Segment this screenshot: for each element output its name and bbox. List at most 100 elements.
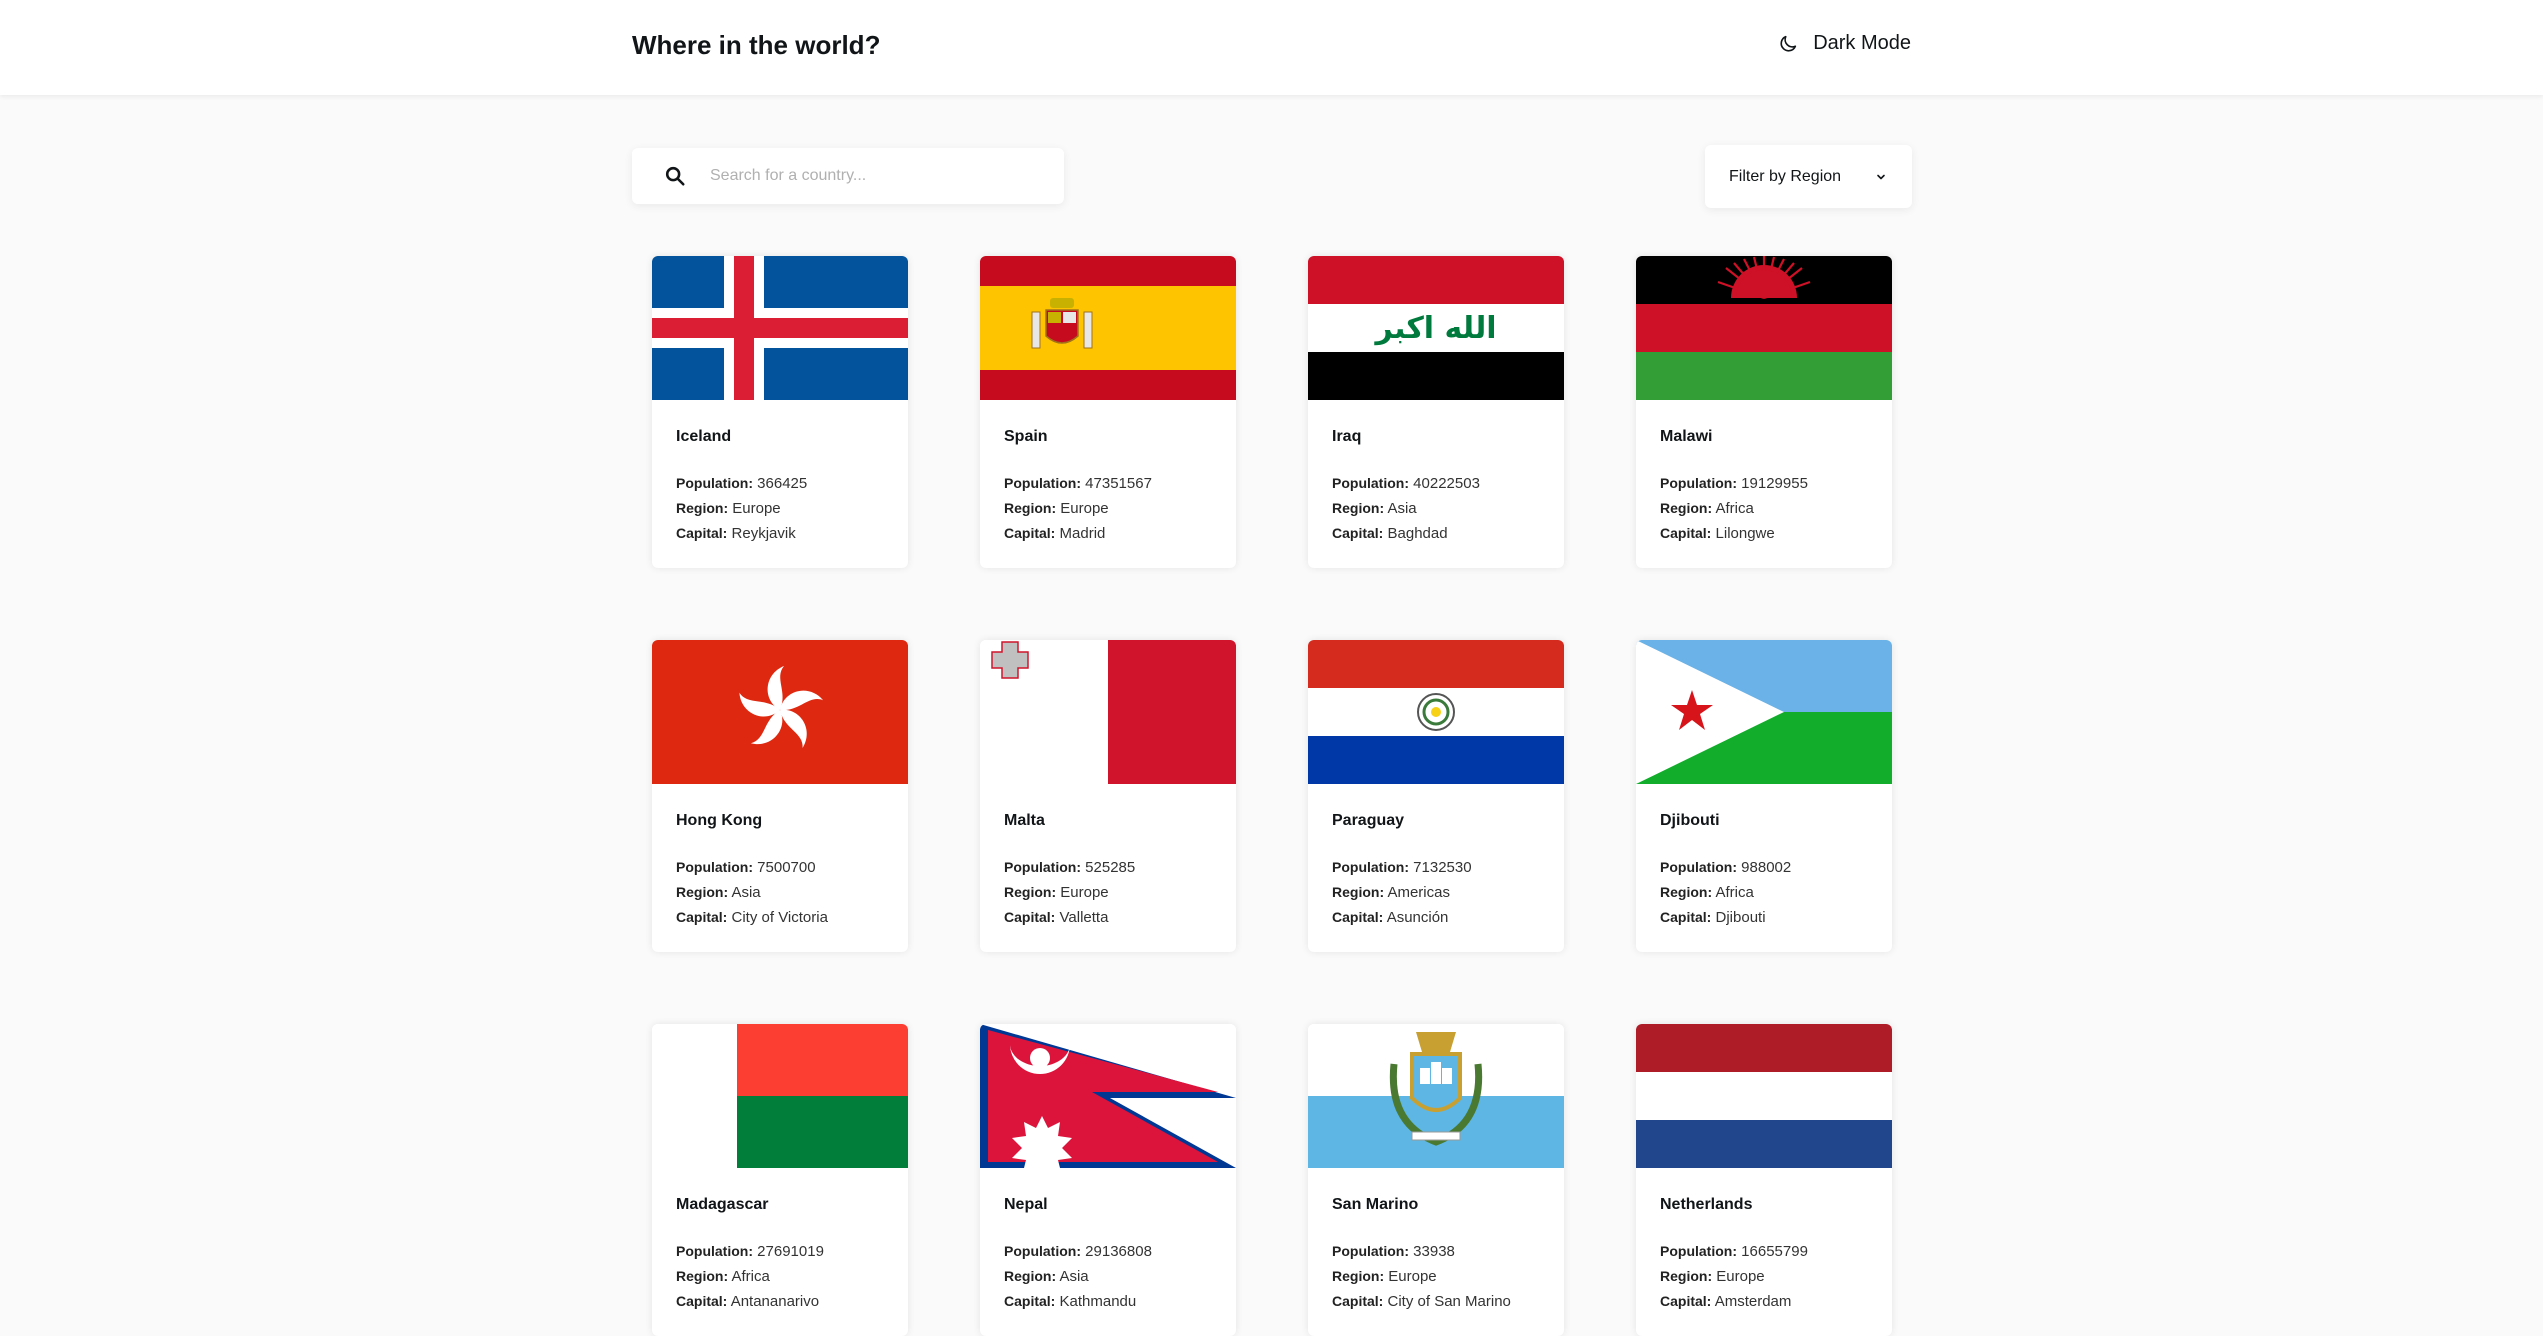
nepal-flag — [980, 1024, 1236, 1168]
country-card-netherlands[interactable]: Netherlands Population: 16655799 Region:… — [1636, 1024, 1892, 1336]
region-label: Region: — [1332, 884, 1385, 900]
population-value: 525285 — [1085, 859, 1136, 876]
hong-kong-flag — [652, 640, 908, 784]
population-label: Population: — [1660, 859, 1737, 875]
country-card-iraq[interactable]: الله اكبر Iraq Population: 40222503 Regi… — [1308, 256, 1564, 568]
population-label: Population: — [1660, 475, 1737, 491]
region-value: Europe — [1716, 1268, 1765, 1285]
country-name: Malta — [1004, 812, 1045, 829]
capital-label: Capital: — [1660, 1293, 1712, 1309]
capital-label: Capital: — [1332, 909, 1384, 925]
malawi-flag — [1636, 256, 1892, 400]
region-label: Region: — [1660, 500, 1713, 516]
country-name: Madagascar — [676, 1196, 769, 1213]
country-name: Netherlands — [1660, 1196, 1753, 1213]
population-value: 19129955 — [1741, 475, 1808, 492]
country-name: Djibouti — [1660, 812, 1720, 829]
region-value: Europe — [1060, 500, 1109, 517]
region-label: Region: — [1004, 500, 1057, 516]
capital-label: Capital: — [1332, 525, 1384, 541]
population-value: 33938 — [1413, 1243, 1455, 1260]
region-filter-dropdown[interactable]: Filter by Region — [1705, 145, 1912, 208]
capital-label: Capital: — [1004, 909, 1056, 925]
population-label: Population: — [1332, 859, 1409, 875]
population-value: 29136808 — [1085, 1243, 1152, 1260]
country-name: Paraguay — [1332, 812, 1405, 829]
region-value: Asia — [731, 884, 761, 901]
dark-mode-toggle[interactable]: Dark Mode — [1777, 32, 1911, 55]
san-marino-flag — [1308, 1024, 1564, 1168]
capital-value: City of Victoria — [731, 909, 828, 926]
region-label: Region: — [1660, 884, 1713, 900]
country-card-madagascar[interactable]: Madagascar Population: 27691019 Region: … — [652, 1024, 908, 1336]
population-label: Population: — [676, 1243, 753, 1259]
region-value: Africa — [1715, 884, 1754, 901]
region-value: Asia — [1387, 500, 1417, 517]
country-card-hong-kong[interactable]: Hong Kong Population: 7500700 Region: As… — [652, 640, 908, 952]
population-label: Population: — [676, 859, 753, 875]
search-box[interactable] — [632, 148, 1064, 204]
region-value: Europe — [732, 500, 781, 517]
population-value: 47351567 — [1085, 475, 1152, 492]
capital-label: Capital: — [676, 1293, 728, 1309]
capital-value: City of San Marino — [1387, 1293, 1511, 1310]
malta-flag — [980, 640, 1236, 784]
country-card-san-marino[interactable]: San Marino Population: 33938 Region: Eur… — [1308, 1024, 1564, 1336]
search-icon — [665, 166, 685, 186]
flag-arabic-text: الله اكبر — [1373, 311, 1496, 346]
capital-value: Valletta — [1059, 909, 1109, 926]
capital-value: Asunción — [1386, 909, 1449, 926]
region-value: Africa — [731, 1268, 770, 1285]
country-name: Hong Kong — [676, 812, 763, 829]
country-name: Iraq — [1332, 428, 1362, 445]
capital-value: Lilongwe — [1715, 525, 1775, 542]
capital-value: Madrid — [1059, 525, 1106, 542]
chevron-down-icon — [1877, 174, 1885, 179]
population-label: Population: — [676, 475, 753, 491]
country-name: Spain — [1004, 428, 1048, 445]
region-value: Africa — [1715, 500, 1754, 517]
madagascar-flag — [652, 1024, 908, 1168]
iceland-flag — [652, 256, 908, 400]
capital-label: Capital: — [1332, 1293, 1384, 1309]
population-label: Population: — [1332, 1243, 1409, 1259]
region-label: Region: — [1004, 884, 1057, 900]
country-card-spain[interactable]: Spain Population: 47351567 Region: Europ… — [980, 256, 1236, 568]
country-card-djibouti[interactable]: Djibouti Population: 988002 Region: Afri… — [1636, 640, 1892, 952]
country-name: Malawi — [1660, 428, 1713, 445]
capital-value: Kathmandu — [1059, 1293, 1137, 1310]
capital-value: Baghdad — [1387, 525, 1448, 542]
population-value: 7500700 — [757, 859, 816, 876]
iraq-flag: الله اكبر — [1308, 256, 1564, 400]
search-input[interactable] — [710, 167, 1030, 185]
population-label: Population: — [1004, 475, 1081, 491]
region-label: Region: — [676, 884, 729, 900]
region-label: Region: — [1004, 1268, 1057, 1284]
country-name: Iceland — [676, 428, 732, 445]
capital-value: Amsterdam — [1714, 1293, 1792, 1310]
country-card-paraguay[interactable]: Paraguay Population: 7132530 Region: Ame… — [1308, 640, 1564, 952]
capital-label: Capital: — [1660, 909, 1712, 925]
country-card-malta[interactable]: Malta Population: 525285 Region: Europe … — [980, 640, 1236, 952]
region-value: Asia — [1059, 1268, 1089, 1285]
population-value: 988002 — [1741, 859, 1792, 876]
population-label: Population: — [1004, 1243, 1081, 1259]
spain-flag — [980, 256, 1236, 400]
country-card-malawi[interactable]: Malawi Population: 19129955 Region: Afri… — [1636, 256, 1892, 568]
population-label: Population: — [1332, 475, 1409, 491]
country-name: Nepal — [1004, 1196, 1048, 1213]
population-value: 7132530 — [1413, 859, 1472, 876]
population-label: Population: — [1004, 859, 1081, 875]
capital-value: Antananarivo — [730, 1293, 820, 1310]
population-value: 27691019 — [757, 1243, 824, 1260]
population-value: 366425 — [757, 475, 808, 492]
region-label: Region: — [676, 500, 729, 516]
netherlands-flag — [1636, 1024, 1892, 1168]
region-label: Region: — [1332, 500, 1385, 516]
top-header: Where in the world? Dark Mode — [0, 0, 2543, 95]
capital-label: Capital: — [1004, 1293, 1056, 1309]
population-value: 16655799 — [1741, 1243, 1808, 1260]
country-card-iceland[interactable]: Iceland Population: 366425 Region: Europ… — [652, 256, 908, 568]
capital-label: Capital: — [1004, 525, 1056, 541]
country-card-nepal[interactable]: Nepal Population: 29136808 Region: Asia … — [980, 1024, 1236, 1336]
